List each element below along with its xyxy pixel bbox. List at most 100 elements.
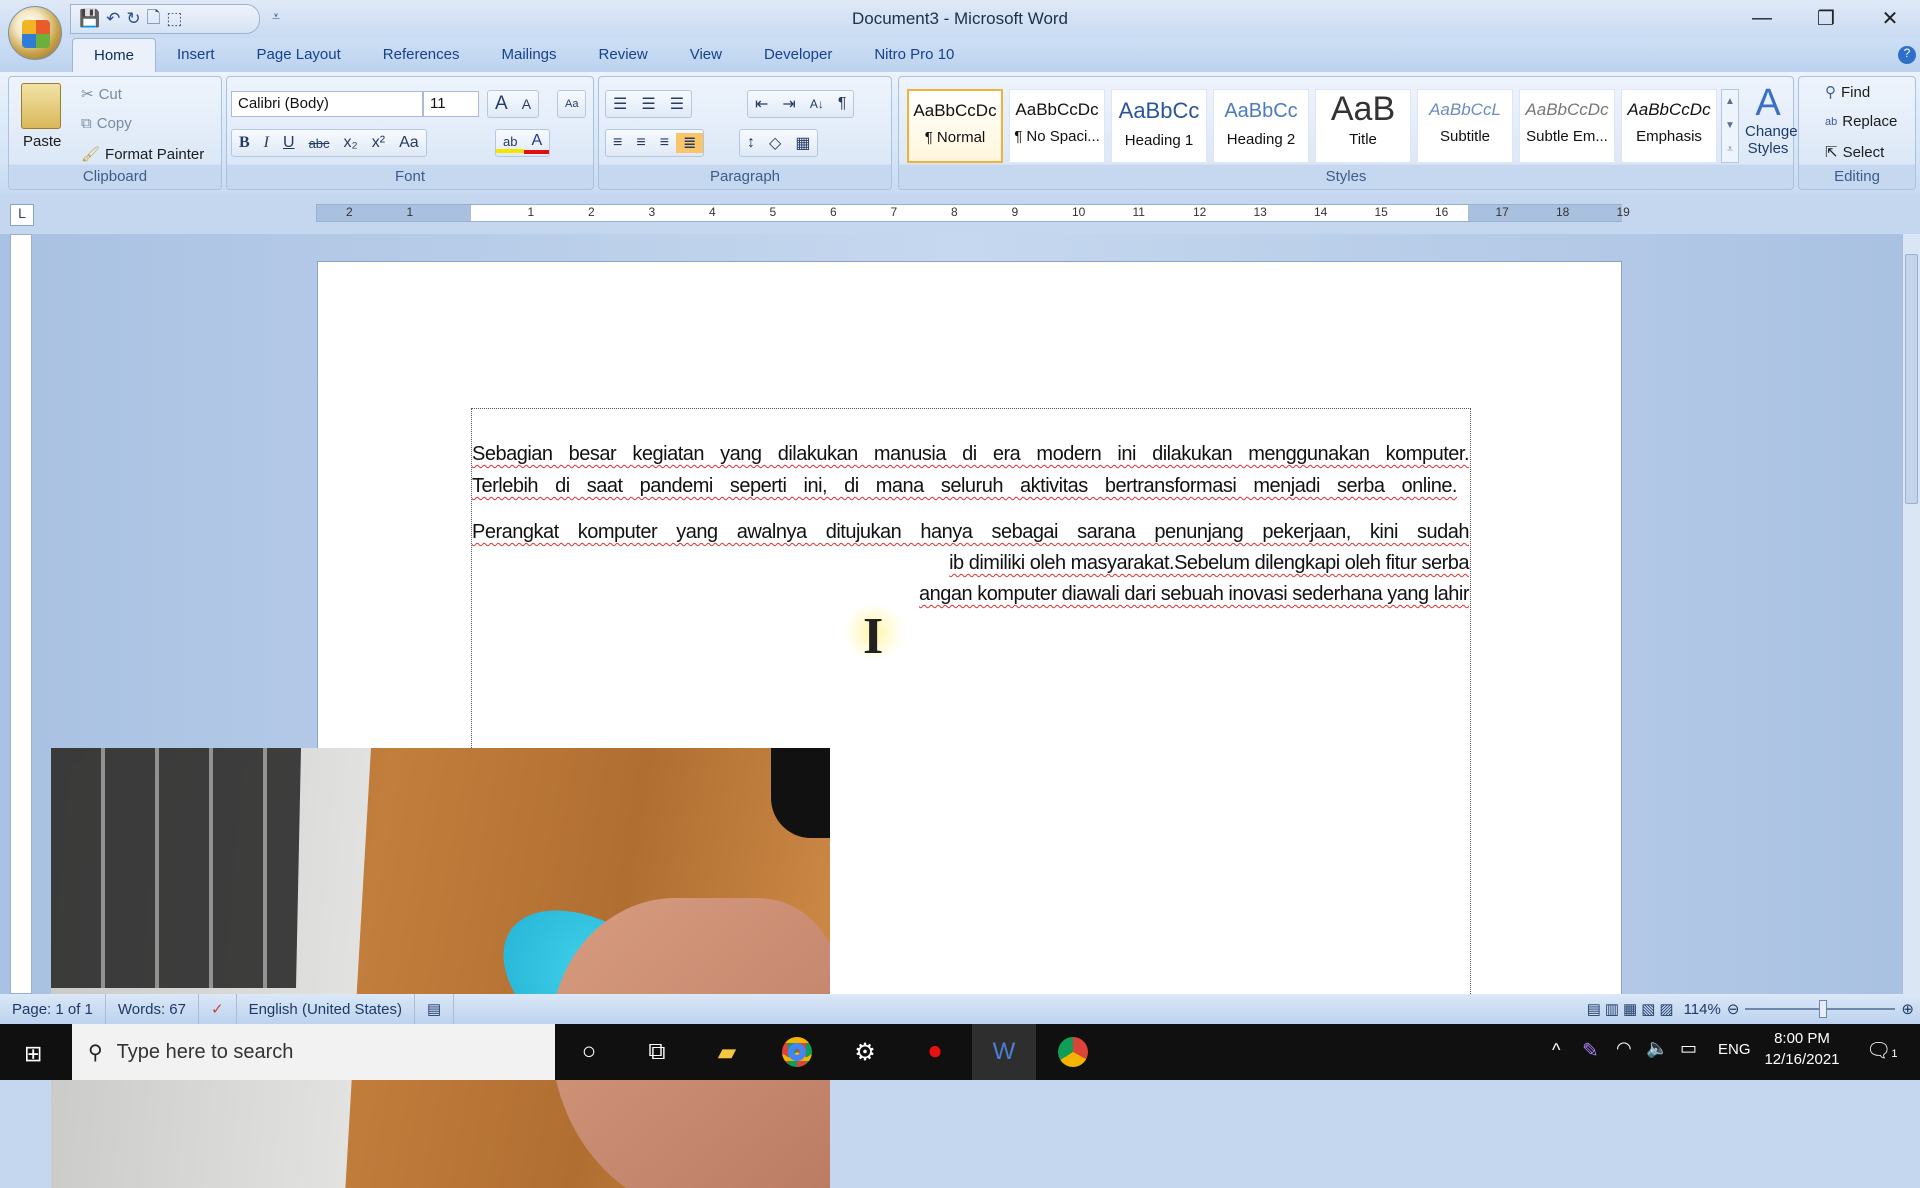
- show-marks-button[interactable]: ¶: [831, 95, 854, 113]
- proofing-icon[interactable]: ✓: [199, 994, 237, 1024]
- input-language[interactable]: ENG: [1718, 1041, 1751, 1058]
- find-button[interactable]: ⚲ Find: [1825, 83, 1870, 102]
- office-button[interactable]: [8, 6, 62, 60]
- font-size-dropdown[interactable]: 11: [423, 91, 479, 117]
- paste-button[interactable]: Paste: [23, 133, 61, 150]
- file-explorer-icon[interactable]: ▰: [702, 1032, 752, 1072]
- style-subtle-emphasis[interactable]: AaBbCcDc Subtle Em...: [1519, 89, 1615, 163]
- customize-qat-icon[interactable]: ⩡: [272, 8, 280, 25]
- justify-button[interactable]: ≣: [676, 133, 704, 153]
- undo-icon[interactable]: ↶: [106, 9, 120, 29]
- vertical-ruler[interactable]: [10, 234, 32, 994]
- clock[interactable]: 8:00 PM 12/16/2021: [1762, 1030, 1842, 1068]
- decrease-indent-button[interactable]: ⇤: [748, 94, 775, 114]
- tab-references[interactable]: References: [362, 38, 481, 72]
- bold-button[interactable]: B: [232, 134, 257, 152]
- strikethrough-button[interactable]: abc: [302, 136, 337, 151]
- font-color-button[interactable]: A: [524, 132, 550, 154]
- redo-icon[interactable]: ↻: [126, 9, 140, 29]
- save-icon[interactable]: 💾: [79, 9, 100, 29]
- format-painter-button[interactable]: 🖌 Format Painter: [81, 145, 204, 164]
- tab-selector[interactable]: L: [10, 204, 34, 226]
- print-preview-icon[interactable]: 🗋: [147, 5, 161, 34]
- style-heading-2[interactable]: AaBbCc Heading 2: [1213, 89, 1309, 163]
- select-button[interactable]: ⇱ Select: [1825, 143, 1884, 162]
- draw-table-icon[interactable]: ⬚: [166, 9, 182, 29]
- style-heading-1[interactable]: AaBbCc Heading 1: [1111, 89, 1207, 163]
- recorder-icon[interactable]: ⏺: [910, 1032, 960, 1072]
- subscript-button[interactable]: x₂: [337, 134, 365, 152]
- settings-icon[interactable]: ⚙: [840, 1032, 890, 1072]
- highlight-button[interactable]: ab: [496, 134, 525, 153]
- increase-indent-button[interactable]: ⇥: [775, 94, 802, 114]
- help-icon[interactable]: ?: [1898, 46, 1916, 64]
- text-line[interactable]: ib dimiliki oleh masyarakat.Sebelum dile…: [472, 552, 1469, 575]
- underline-button[interactable]: U: [276, 134, 302, 152]
- text-line[interactable]: Perangkat komputer yang awalnya ditujuka…: [472, 521, 1470, 544]
- style-no-spacing[interactable]: AaBbCcDc ¶ No Spaci...: [1009, 89, 1105, 163]
- zoom-level[interactable]: 114%: [1684, 1001, 1721, 1018]
- grow-font-button[interactable]: A: [488, 93, 515, 115]
- zoom-in-button[interactable]: ⊕: [1901, 1000, 1914, 1018]
- zoom-slider-thumb[interactable]: [1819, 1000, 1828, 1018]
- tab-home[interactable]: Home: [72, 38, 157, 72]
- center-button[interactable]: ≡: [629, 134, 652, 152]
- zoom-out-button[interactable]: ⊖: [1727, 1000, 1740, 1018]
- text-line[interactable]: angan komputer diawali dari sebuah inova…: [472, 583, 1469, 606]
- minimize-button[interactable]: —: [1732, 0, 1792, 36]
- view-buttons[interactable]: ▤▥▦▧▨: [1587, 1000, 1678, 1018]
- tab-developer[interactable]: Developer: [743, 38, 853, 72]
- battery-icon[interactable]: ▭: [1680, 1038, 1697, 1059]
- restore-button[interactable]: ❐: [1796, 0, 1856, 36]
- align-right-button[interactable]: ≡: [653, 134, 676, 152]
- numbering-button[interactable]: ☰: [634, 94, 662, 114]
- vertical-scrollbar[interactable]: [1902, 234, 1920, 994]
- language[interactable]: English (United States): [237, 994, 415, 1024]
- volume-icon[interactable]: 🔈: [1646, 1038, 1668, 1059]
- text-line[interactable]: Sebagian besar kegiatan yang dilakukan m…: [472, 443, 1470, 466]
- borders-button[interactable]: ▦: [788, 133, 817, 153]
- superscript-button[interactable]: x²: [365, 134, 392, 152]
- tab-view[interactable]: View: [669, 38, 743, 72]
- horizontal-ruler[interactable]: 2 1 1 2 3 4 5 6 7 8 9 10 11 12 13 14 15 16 17 18 19: [316, 204, 1630, 222]
- scrollbar-thumb[interactable]: [1905, 254, 1918, 504]
- task-view-icon[interactable]: ⧉: [632, 1032, 682, 1072]
- wifi-icon[interactable]: ◠: [1616, 1038, 1632, 1059]
- word-taskbar-icon[interactable]: W: [972, 1024, 1036, 1080]
- clear-formatting-button[interactable]: Aa: [557, 90, 587, 118]
- windows-start-icon[interactable]: ⊞: [24, 1041, 42, 1067]
- notification-center-icon[interactable]: 🗨1: [1866, 1038, 1898, 1063]
- chrome-icon[interactable]: [772, 1032, 822, 1072]
- shading-button[interactable]: ◇: [762, 133, 788, 153]
- copy-button[interactable]: ⧉ Copy: [81, 115, 132, 132]
- zoom-slider[interactable]: [1745, 1000, 1896, 1018]
- font-name-dropdown[interactable]: Calibri (Body): [231, 91, 423, 117]
- word-count[interactable]: Words: 67: [106, 994, 199, 1024]
- show-hidden-icons[interactable]: ^: [1552, 1040, 1560, 1061]
- tab-review[interactable]: Review: [578, 38, 669, 72]
- cut-button[interactable]: ✂ Cut: [81, 85, 122, 104]
- style-normal[interactable]: AaBbCcDc ¶ Normal: [907, 89, 1003, 163]
- pen-icon[interactable]: ✎: [1582, 1038, 1599, 1063]
- chrome-profile-icon[interactable]: [1048, 1032, 1098, 1072]
- style-title[interactable]: AaB Title: [1315, 89, 1411, 163]
- tab-mailings[interactable]: Mailings: [481, 38, 578, 72]
- replace-button[interactable]: ab Replace: [1825, 113, 1897, 130]
- tab-nitro[interactable]: Nitro Pro 10: [853, 38, 975, 72]
- text-line[interactable]: Terlebih di saat pandemi seperti ini, di…: [472, 475, 1458, 498]
- taskbar-search[interactable]: ⚲ Type here to search: [72, 1024, 555, 1080]
- multilevel-list-button[interactable]: ☰: [663, 94, 691, 114]
- bullets-button[interactable]: ☰: [606, 94, 634, 114]
- macro-icon[interactable]: ▤: [415, 994, 455, 1024]
- line-spacing-button[interactable]: ↕: [740, 134, 762, 152]
- sort-button[interactable]: A↓: [803, 97, 831, 111]
- close-button[interactable]: ✕: [1860, 0, 1920, 36]
- page-count[interactable]: Page: 1 of 1: [0, 994, 106, 1024]
- style-subtitle[interactable]: AaBbCcL Subtitle: [1417, 89, 1513, 163]
- styles-scroll[interactable]: ▲ ▼ ⩡: [1721, 89, 1739, 163]
- change-case-button[interactable]: Aa: [392, 134, 426, 152]
- shrink-font-button[interactable]: A: [515, 96, 538, 112]
- tab-insert[interactable]: Insert: [156, 38, 236, 72]
- cortana-icon[interactable]: ○: [564, 1032, 614, 1072]
- italic-button[interactable]: I: [257, 134, 276, 152]
